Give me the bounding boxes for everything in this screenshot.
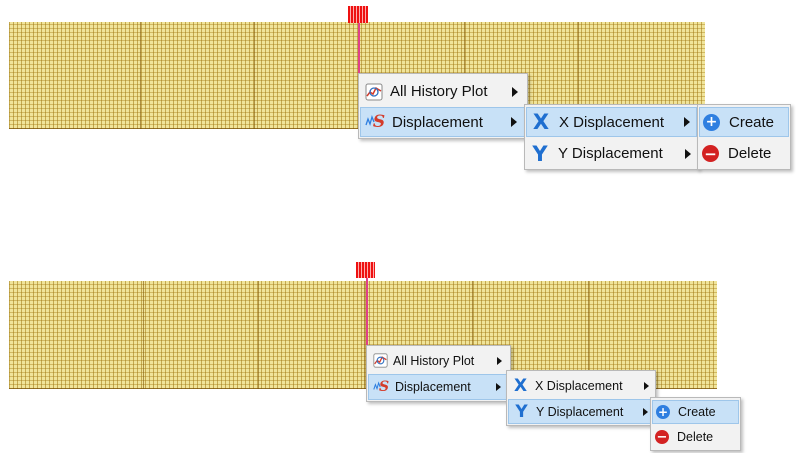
chevron-right-icon <box>511 117 517 127</box>
node-marker-line <box>366 275 368 355</box>
menu-item-displacement[interactable]: S Displacement <box>368 374 509 400</box>
menu-item-y-displacement[interactable]: Y Y Displacement <box>508 399 654 424</box>
x-letter-icon: X <box>513 375 528 396</box>
menu-item-displacement[interactable]: S Displacement <box>360 107 526 137</box>
y-displacement-label: Y Displacement <box>558 145 663 162</box>
menu-item-delete[interactable]: − Delete <box>652 425 739 449</box>
all-history-plot-label: All History Plot <box>393 353 475 368</box>
menu-item-delete[interactable]: − Delete <box>699 139 789 168</box>
plus-circle-icon: + <box>656 405 670 419</box>
displacement-submenu: X X Displacement Y Y Displacement <box>524 104 699 170</box>
displacement-s-icon: S <box>372 378 390 396</box>
action-submenu: + Create − Delete <box>697 104 791 170</box>
menu-item-x-displacement[interactable]: X X Displacement <box>526 107 697 137</box>
chevron-right-icon <box>643 407 648 416</box>
history-plot-icon <box>372 353 388 369</box>
delete-label: Delete <box>677 430 714 444</box>
minus-circle-icon: − <box>702 145 719 163</box>
y-displacement-label: Y Displacement <box>536 404 624 419</box>
create-label: Create <box>729 113 775 131</box>
chevron-right-icon <box>644 381 649 390</box>
menu-item-all-history-plot[interactable]: All History Plot <box>360 77 526 106</box>
displacement-label: Displacement <box>395 380 471 394</box>
menu-item-y-displacement[interactable]: Y Y Displacement <box>526 139 697 168</box>
chevron-right-icon <box>684 117 690 127</box>
displacement-submenu: X X Displacement Y Y Displacement <box>506 370 656 426</box>
chevron-right-icon <box>497 356 502 365</box>
menu-item-all-history-plot[interactable]: All History Plot <box>368 348 509 373</box>
menu-item-create[interactable]: + Create <box>652 400 739 424</box>
delete-label: Delete <box>728 145 772 162</box>
history-context-menu: All History Plot S Displacement <box>358 73 528 139</box>
menu-item-x-displacement[interactable]: X X Displacement <box>508 373 654 398</box>
y-letter-icon: Y <box>515 401 528 422</box>
y-letter-icon: Y <box>532 141 548 166</box>
all-history-plot-label: All History Plot <box>390 83 488 100</box>
chevron-right-icon <box>496 383 501 391</box>
displacement-s-icon: S <box>364 111 386 133</box>
chevron-right-icon <box>512 86 518 97</box>
x-displacement-label: X Displacement <box>535 378 623 393</box>
minus-circle-icon: − <box>655 429 669 445</box>
create-label: Create <box>678 405 716 419</box>
x-displacement-label: X Displacement <box>559 113 665 131</box>
history-plot-icon <box>364 82 384 102</box>
load-marker <box>348 6 368 23</box>
load-marker <box>356 262 375 278</box>
displacement-label: Displacement <box>392 113 483 131</box>
history-context-menu: All History Plot S Displacement <box>366 345 511 402</box>
x-letter-icon: X <box>532 110 550 134</box>
plus-circle-icon: + <box>703 113 720 131</box>
menu-item-create[interactable]: + Create <box>699 107 789 137</box>
action-submenu: + Create − Delete <box>650 397 741 451</box>
chevron-right-icon <box>685 148 691 159</box>
